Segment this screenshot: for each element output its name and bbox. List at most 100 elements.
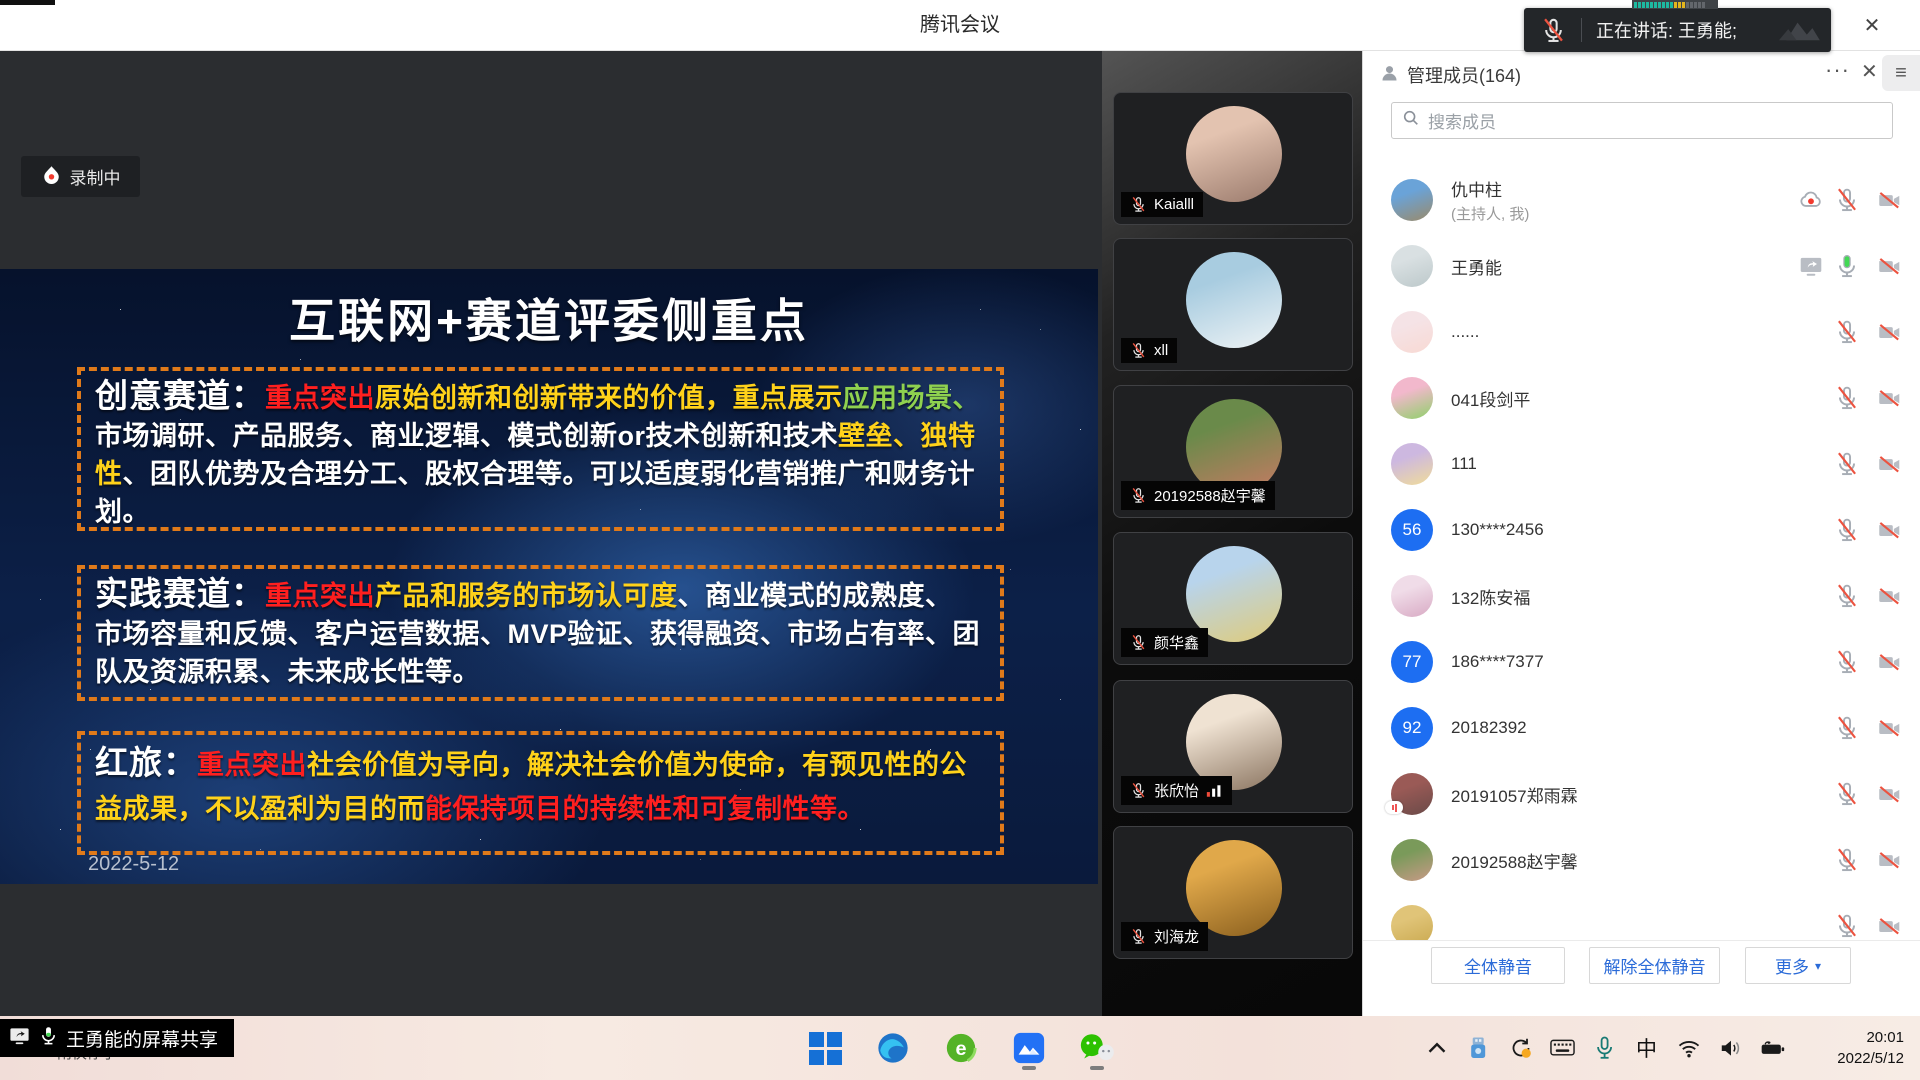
audio-level-bar xyxy=(1638,2,1641,8)
member-row[interactable]: 20192588赵宇馨 xyxy=(1363,827,1920,893)
unmute-all-button[interactable]: 解除全体静音 xyxy=(1589,947,1720,984)
video-thumbnail[interactable]: Kaialll xyxy=(1113,92,1353,225)
muted-mic-icon xyxy=(1130,487,1147,504)
more-button[interactable]: 更多▾ xyxy=(1745,947,1851,984)
camera-off-icon[interactable] xyxy=(1876,847,1902,873)
camera-off-icon[interactable] xyxy=(1876,319,1902,345)
camera-off-icon[interactable] xyxy=(1876,385,1902,411)
member-row[interactable]: 132陈安福 xyxy=(1363,563,1920,629)
windows-start-icon[interactable] xyxy=(806,1028,844,1068)
screen-share-icon xyxy=(8,1024,31,1053)
active-mic-icon[interactable] xyxy=(1834,253,1860,279)
muted-mic-icon[interactable] xyxy=(1834,715,1860,741)
slide-text-segment: 市场容量和反馈、客户运营数据、MVP验证、获得融资、市场占有率、团 xyxy=(95,619,980,649)
member-avatar xyxy=(1391,179,1433,221)
member-text: 041段剑平 xyxy=(1451,365,1530,431)
muted-mic-icon xyxy=(1130,928,1147,945)
window-close-icon[interactable]: ✕ xyxy=(1854,11,1890,41)
camera-off-icon[interactable] xyxy=(1876,715,1902,741)
member-name: 仇中柱 xyxy=(1451,176,1529,201)
member-row[interactable]: 20191057郑雨霖 xyxy=(1363,761,1920,827)
member-avatar xyxy=(1391,443,1433,485)
taskbar-clock[interactable]: 20:01 2022/5/12 xyxy=(1837,1027,1904,1069)
cloud-recording-icon[interactable] xyxy=(1798,187,1824,213)
shared-slide: 互联网+赛道评委侧重点 创意赛道：重点突出原始创新和创新带来的价值，重点展示应用… xyxy=(0,269,1098,884)
muted-mic-icon[interactable] xyxy=(1834,451,1860,477)
member-row[interactable] xyxy=(1363,893,1920,940)
audio-level-bar xyxy=(1682,2,1685,8)
member-text: 仇中柱(主持人, 我) xyxy=(1451,167,1529,233)
member-row[interactable]: 56130****2456 xyxy=(1363,497,1920,563)
screen-share-label: 王勇能的屏幕共享 xyxy=(66,1025,218,1052)
member-row[interactable]: 王勇能 xyxy=(1363,233,1920,299)
participant-name: 刘海龙 xyxy=(1154,926,1199,947)
sync-icon[interactable] xyxy=(1508,1036,1533,1060)
muted-mic-icon[interactable] xyxy=(1834,319,1860,345)
video-thumbnail[interactable]: xll xyxy=(1113,238,1353,371)
360-browser-icon[interactable]: e xyxy=(942,1028,980,1068)
edge-browser-icon[interactable] xyxy=(874,1028,912,1068)
camera-off-icon[interactable] xyxy=(1876,253,1902,279)
participant-name-label: Kaialll xyxy=(1121,192,1203,217)
participant-avatar xyxy=(1186,106,1282,202)
camera-off-icon[interactable] xyxy=(1876,583,1902,609)
wifi-icon[interactable] xyxy=(1676,1038,1701,1058)
member-row[interactable]: 77186****7377 xyxy=(1363,629,1920,695)
volume-icon[interactable] xyxy=(1718,1038,1743,1058)
screen-sharing-icon[interactable] xyxy=(1798,253,1824,279)
mute-all-button[interactable]: 全体静音 xyxy=(1431,947,1565,984)
video-thumbnail[interactable]: 刘海龙 xyxy=(1113,826,1353,959)
member-row[interactable]: 041段剑平 xyxy=(1363,365,1920,431)
ime-zh-icon[interactable]: 中 xyxy=(1634,1033,1659,1063)
muted-mic-icon[interactable] xyxy=(1834,187,1860,213)
slide-text-segment: 实践赛道： xyxy=(95,575,265,612)
camera-off-icon[interactable] xyxy=(1876,517,1902,543)
windows-taskbar: ☂ 17°C 雨快停了 e 中 20:01 2022/5/12 xyxy=(0,1016,1920,1080)
speaking-label: 正在讲话: 王勇能; xyxy=(1596,17,1737,43)
muted-mic-icon[interactable] xyxy=(1834,781,1860,807)
usb-icon[interactable] xyxy=(1466,1036,1491,1060)
camera-off-icon[interactable] xyxy=(1876,781,1902,807)
muted-mic-icon[interactable] xyxy=(1834,517,1860,543)
member-row[interactable]: 111 xyxy=(1363,431,1920,497)
video-thumbnail[interactable]: 颜华鑫 xyxy=(1113,532,1353,665)
keyboard-icon[interactable] xyxy=(1550,1038,1575,1057)
member-avatar xyxy=(1391,905,1433,940)
microphone-icon[interactable] xyxy=(1592,1036,1617,1060)
camera-off-icon[interactable] xyxy=(1876,913,1902,939)
camera-off-icon[interactable] xyxy=(1876,451,1902,477)
video-thumbnail[interactable]: 20192588赵宇馨 xyxy=(1113,385,1353,518)
camera-off-icon[interactable] xyxy=(1876,649,1902,675)
muted-mic-icon[interactable] xyxy=(1834,847,1860,873)
tencent-meeting-icon[interactable] xyxy=(1010,1028,1048,1068)
muted-mic-icon[interactable] xyxy=(1834,649,1860,675)
notification-divider xyxy=(1581,18,1582,42)
member-text: 王勇能 xyxy=(1451,233,1502,299)
panel-close-icon[interactable]: ✕ xyxy=(1861,59,1878,84)
slide-text-segment: 性 xyxy=(95,459,123,489)
member-text: 20182392 xyxy=(1451,695,1527,761)
member-list[interactable]: 仇中柱(主持人, 我)王勇能......041段剑平11156130****24… xyxy=(1363,159,1920,940)
slide-text-segment: 、团队优势及合理分工、股权合理等。可以适度弱化营销推广和财务计 xyxy=(123,459,976,489)
member-avatar-badge: 56 xyxy=(1391,509,1433,551)
audio-level-bar xyxy=(1642,2,1645,8)
video-thumbnail[interactable]: 张欣怡 xyxy=(1113,680,1353,813)
camera-off-icon[interactable] xyxy=(1876,187,1902,213)
muted-mic-icon[interactable] xyxy=(1834,583,1860,609)
member-row[interactable]: ...... xyxy=(1363,299,1920,365)
audio-level-meter xyxy=(1632,0,1718,9)
member-row[interactable]: 仇中柱(主持人, 我) xyxy=(1363,167,1920,233)
muted-mic-icon[interactable] xyxy=(1834,385,1860,411)
panel-title: 管理成员(164) xyxy=(1407,62,1521,88)
muted-mic-icon[interactable] xyxy=(1834,913,1860,939)
member-text: ...... xyxy=(1451,299,1479,365)
member-row[interactable]: 9220182392 xyxy=(1363,695,1920,761)
panel-more-icon[interactable]: ··· xyxy=(1825,57,1850,83)
slide-title: 互联网+赛道评委侧重点 xyxy=(0,285,1098,351)
wechat-icon[interactable] xyxy=(1078,1028,1116,1068)
button-label: 更多 xyxy=(1775,953,1809,978)
battery-icon[interactable] xyxy=(1760,1039,1785,1057)
panel-menu-icon[interactable]: ≡ xyxy=(1882,55,1920,91)
member-search-input[interactable]: 搜索成员 xyxy=(1391,102,1893,139)
chevron-up-icon[interactable] xyxy=(1424,1036,1449,1060)
